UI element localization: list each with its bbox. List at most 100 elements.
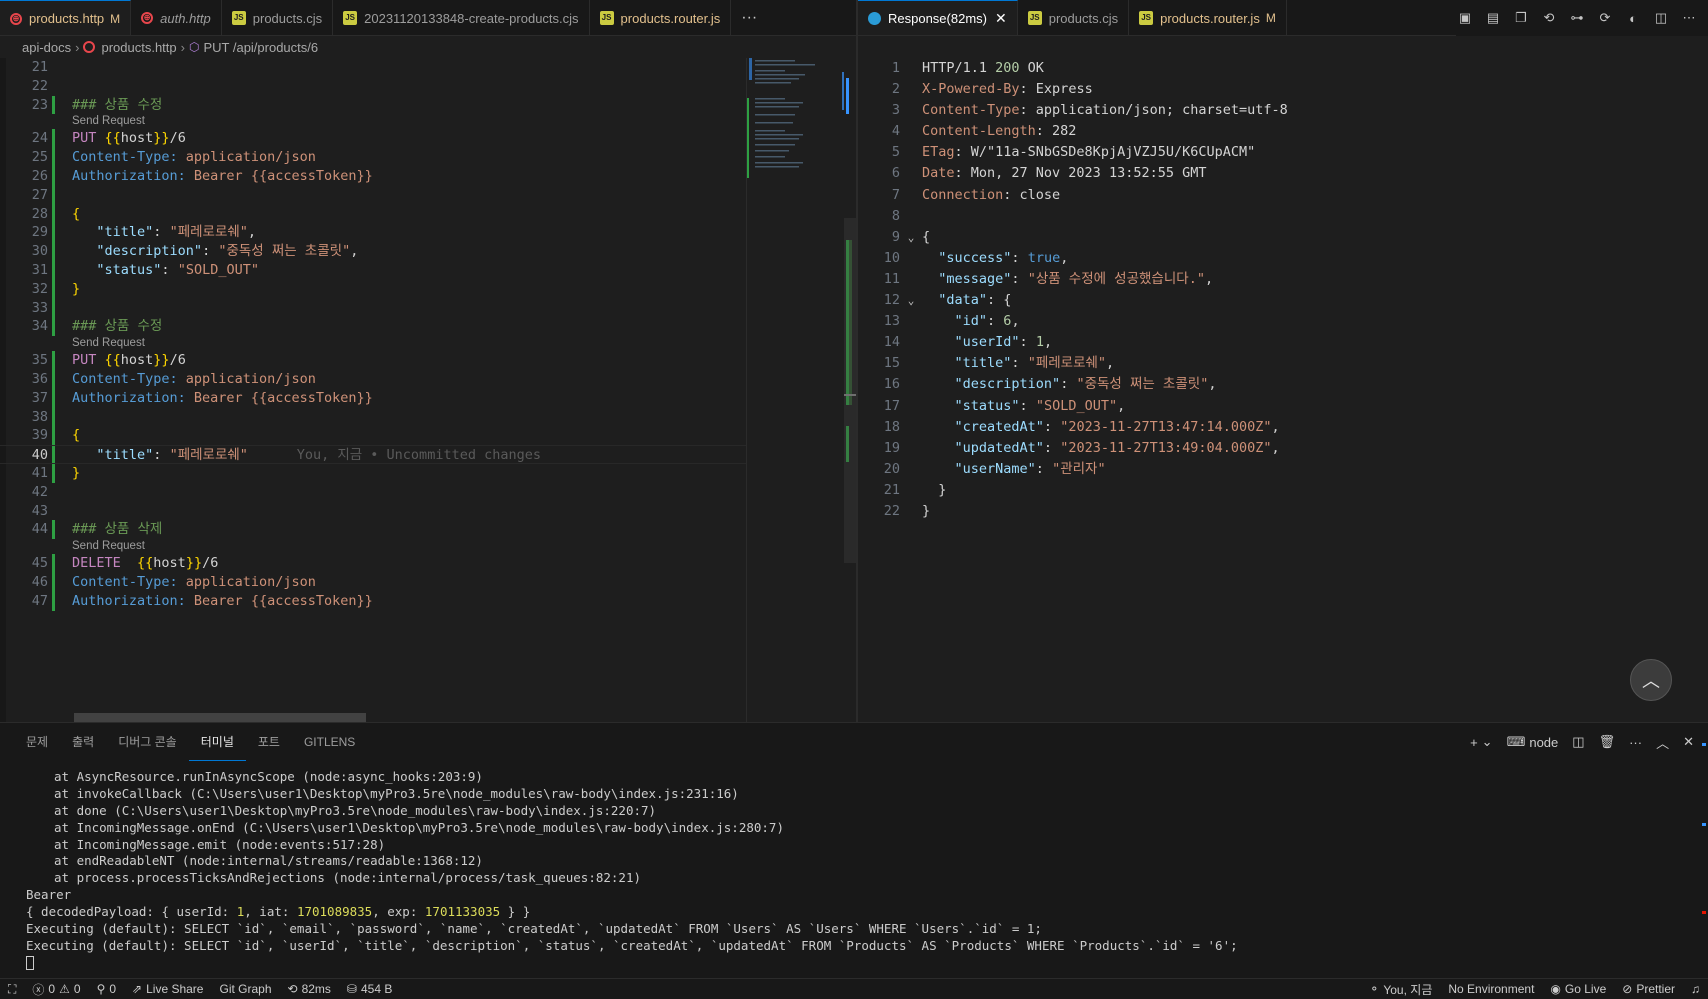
trash-icon[interactable]: 🗑 [1599, 734, 1616, 750]
line-content: "status": "SOLD_OUT", [922, 396, 1708, 417]
prettier-button[interactable]: ⊘ Prettier [1614, 982, 1683, 996]
editor-vertical-scrollbar[interactable] [844, 58, 856, 722]
go-live-button[interactable]: ◉ Go Live [1542, 982, 1614, 996]
save-response-icon[interactable]: ▣ [1456, 9, 1474, 27]
git-graph-button[interactable]: Git Graph [211, 982, 279, 996]
code-token: /6 [169, 352, 186, 369]
git-commit-icon[interactable]: ⊶ [1568, 9, 1586, 27]
code-line: 41} [0, 463, 746, 483]
response-time[interactable]: ⟲ 82ms [280, 982, 339, 996]
response-viewer[interactable]: 1 HTTP/1.1 200 OK 2 X-Powered-By: Express 3 C… [858, 58, 1708, 722]
problems-indicator[interactable]: ⓧ 0 ⚠ 0 [24, 981, 88, 998]
notifications-button[interactable]: ♫ [1683, 982, 1708, 996]
left-editor-group: ⊕ products.http M ⊕ auth.http JS products.cjs J… [0, 0, 856, 722]
tab-label: auth.http [160, 10, 211, 26]
code-token: } [72, 280, 81, 297]
panel-tab[interactable]: 터미널 [188, 723, 246, 761]
editor-horizontal-scrollbar[interactable] [74, 713, 366, 722]
code-token: : [1019, 397, 1036, 414]
maximize-panel-icon[interactable]: ︿ [1656, 733, 1669, 752]
line-content: { [922, 227, 1708, 248]
panel-tab[interactable]: 디버그 콘솔 [106, 723, 189, 761]
panel-tab[interactable]: GITLENS [292, 723, 367, 761]
send-request-link[interactable]: Send Request [72, 114, 746, 129]
tab-products-router-js[interactable]: JS products.router.js [589, 0, 732, 35]
ports-indicator[interactable]: ⚲ 0 [89, 982, 124, 996]
gutter-modified-marker [52, 298, 55, 318]
line-number: 31 [31, 261, 48, 278]
tab-products-router-js[interactable]: JS products.router.js M [1129, 0, 1287, 35]
commit-icon: ⚬ [1369, 982, 1380, 996]
line-content: Authorization: Bearer {{accessToken}} [72, 167, 746, 186]
code-token: "페레로로쉐" [169, 224, 248, 241]
tab-response-82ms-[interactable]: Response(82ms) ✕ [858, 0, 1018, 35]
copy-icon[interactable]: ❐ [1512, 9, 1530, 27]
terminal-selector[interactable]: ⌨ node [1507, 734, 1559, 750]
git-forward-icon[interactable]: ⟳ [1596, 9, 1614, 27]
scroll-to-top-button[interactable]: ︿ [1630, 659, 1672, 701]
close-icon[interactable]: ✕ [995, 10, 1007, 27]
split-terminal-icon[interactable]: ◫ [1572, 734, 1584, 750]
broadcast-icon: ◉ [1550, 982, 1561, 996]
database-icon: ⛁ [346, 982, 357, 996]
split-editor-icon[interactable]: ◫ [1652, 9, 1670, 27]
http-file-icon: ⊕ [141, 12, 154, 24]
line-content: "data": { [922, 290, 1708, 311]
live-share-button[interactable]: ⇗ Live Share [124, 982, 211, 996]
environment-selector[interactable]: No Environment [1440, 982, 1542, 996]
panel-tab[interactable]: 포트 [246, 723, 292, 761]
send-request-link[interactable]: Send Request [72, 539, 746, 554]
line-content [72, 502, 746, 521]
tab-label: 20231120133848-create-products.cjs [364, 10, 579, 26]
send-request-link[interactable]: Send Request [72, 336, 746, 351]
minimap[interactable] [746, 58, 846, 722]
bottom-panel: 문제 출력 디버그 콘솔 터미널 포트 GITLENS + ⌄ ⌨ node ◫ 🗑 ··· … [0, 722, 1708, 978]
terminal-output[interactable]: at AsyncResource.runInAsyncScope (node:a… [26, 769, 1688, 972]
line-number: 41 [31, 464, 48, 481]
line-number: 28 [31, 205, 48, 222]
line-number-blank [0, 114, 48, 129]
breadcrumb-file[interactable]: products.http [101, 40, 176, 55]
more-actions-icon[interactable]: ⋯ [1680, 9, 1698, 27]
git-back-icon[interactable]: ⟲ [1540, 9, 1558, 27]
more-icon[interactable]: ··· [1629, 735, 1642, 750]
panel-tab[interactable]: 문제 [14, 723, 60, 761]
terminal-token: , iat: [244, 904, 297, 920]
tab-products-cjs[interactable]: JS products.cjs [1017, 0, 1130, 35]
gutter [48, 572, 72, 592]
line-content [72, 77, 746, 96]
breadcrumb-folder[interactable]: api-docs [22, 40, 71, 55]
tab-20231120133848-create-products-cjs[interactable]: JS 20231120133848-create-products.cjs [333, 0, 590, 35]
blame-indicator[interactable]: ⚬ You, 지금 [1361, 981, 1440, 998]
code-token: 1 [1035, 334, 1044, 351]
response-size[interactable]: ⛁ 454 B [339, 982, 400, 996]
tab-auth-http[interactable]: ⊕ auth.http [131, 0, 222, 35]
save-body-icon[interactable]: ▤ [1484, 9, 1502, 27]
tab-products-http[interactable]: ⊕ products.http M [0, 0, 132, 35]
line-content: DELETE {{host}}/6 [72, 554, 746, 573]
code-token: Authorization: [72, 592, 194, 609]
remote-indicator[interactable]: ⛶ [0, 982, 24, 997]
response-line: 16 "description": "중독성 쩌는 초콜릿", [858, 374, 1708, 395]
line-content: "title": "페레로로쉐", [72, 223, 746, 242]
line-number: 18 [883, 418, 900, 435]
fold-chevron-icon[interactable]: ⌄ [900, 227, 922, 248]
panel-tab[interactable]: 출력 [60, 723, 106, 761]
breadcrumb-request[interactable]: PUT /api/products/6 [203, 40, 318, 55]
new-terminal-button[interactable]: + ⌄ [1470, 734, 1493, 750]
code-line: 37 Authorization: Bearer {{accessToken}} [0, 388, 746, 408]
code-token: : 282 [1035, 123, 1077, 140]
close-panel-icon[interactable]: ✕ [1683, 734, 1694, 750]
response-icon [868, 12, 881, 25]
code-editor[interactable]: 21 22 23 ### 상품 수정 Send Request 24 PUT {{host}… [0, 58, 746, 722]
code-token: "title" [96, 224, 154, 241]
terminal-prompt[interactable] [26, 955, 1688, 972]
codelens-row: Send Request [0, 336, 746, 351]
tab-products-cjs[interactable]: JS products.cjs [221, 0, 334, 35]
fold-chevron-icon[interactable]: ⌄ [900, 290, 922, 311]
git-lens-icon[interactable]: ◐ [1624, 9, 1642, 27]
more-tabs-icon[interactable]: ··· [731, 0, 767, 35]
gutter-modified-marker [52, 388, 55, 408]
response-line: 3 Content-Type: application/json; charset… [858, 100, 1708, 121]
line-number: 8 [891, 207, 900, 224]
